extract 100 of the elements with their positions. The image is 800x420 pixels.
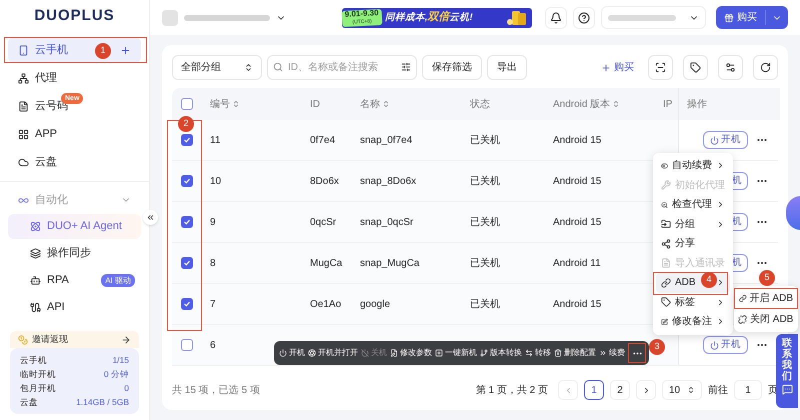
buy-link[interactable]: 购买 <box>597 60 638 75</box>
link-icon <box>661 278 671 288</box>
double-chevron-icon <box>599 349 607 357</box>
menu-label: ADB <box>675 276 696 290</box>
toolbar-button[interactable]: 保存筛选 <box>422 55 482 80</box>
power-on-button[interactable]: 开机 <box>703 131 748 149</box>
table-cell: Android 15 <box>553 298 602 310</box>
updown-icon <box>244 63 253 72</box>
collapse-icon[interactable] <box>146 213 155 222</box>
page-size-select[interactable]: 10 <box>662 380 702 400</box>
refresh-icon[interactable] <box>760 62 771 73</box>
tag-icon <box>661 297 671 308</box>
menu-item[interactable]: 关闭 ADB <box>734 309 798 330</box>
menu-item[interactable]: 开启 ADB <box>734 288 798 309</box>
group-select[interactable]: 全部分组 <box>172 55 262 80</box>
power-icon <box>279 349 287 357</box>
folder-icon <box>661 219 671 230</box>
logo: DUOPLUS <box>34 6 115 26</box>
branch-icon <box>480 349 488 357</box>
ai-badge: AI 驱动 <box>101 274 135 287</box>
table-cell: google <box>360 298 390 310</box>
bell-icon[interactable] <box>550 12 562 24</box>
table-cell: 8Do6x <box>310 176 339 186</box>
blurred-account-name <box>608 14 676 20</box>
nav-item[interactable]: 代理 <box>8 65 141 91</box>
document-icon <box>661 258 671 268</box>
menu-label: 修改备注 <box>672 314 712 330</box>
plug-icon <box>30 302 41 313</box>
nav-item[interactable]: 操作同步 <box>8 241 141 266</box>
table-cell: 10 <box>210 176 222 186</box>
usage-label: 云盘 <box>20 396 38 408</box>
column-header: IP <box>663 98 672 112</box>
nav-item[interactable]: 云盘 <box>8 149 141 175</box>
batch-action[interactable]: 开机 <box>279 347 305 359</box>
contact-tab[interactable]: 联系我们 <box>776 334 798 408</box>
checkbox[interactable] <box>181 298 193 310</box>
search-field[interactable]: ID、名称或备注搜索 <box>267 55 417 80</box>
sort-icon <box>382 100 390 108</box>
menu-item[interactable]: 检查代理 <box>656 195 730 214</box>
checkbox[interactable] <box>181 175 193 187</box>
page-button[interactable]: 1 <box>584 380 604 400</box>
menu-item[interactable]: 分享 <box>656 234 730 254</box>
batch-action[interactable]: 开机并打开 <box>308 347 358 359</box>
transfer-icon <box>525 349 533 357</box>
buy-button[interactable]: 购买 <box>716 6 788 29</box>
column-header[interactable]: Android 版本 <box>553 96 620 112</box>
menu-item[interactable]: 自动续费 <box>656 156 730 176</box>
batch-action[interactable]: 转移 <box>525 347 551 359</box>
check-icon <box>183 218 191 226</box>
nav-label: APP <box>35 126 58 142</box>
table-cell: Android 11 <box>553 258 601 268</box>
toolbar-button[interactable]: 导出 <box>487 55 527 80</box>
tag-icon[interactable] <box>690 62 701 73</box>
column-header[interactable]: 名称 <box>360 96 390 112</box>
plus-icon <box>601 62 611 72</box>
batch-action[interactable]: 续费 <box>599 347 625 359</box>
menu-label: 自动续费 <box>672 158 712 174</box>
batch-action[interactable]: 版本转换 <box>480 347 522 359</box>
checkbox[interactable] <box>181 339 193 351</box>
chevron-right-icon <box>716 161 725 170</box>
usage-value: 0 <box>124 382 129 394</box>
batch-action[interactable]: 删除配置 <box>554 347 596 359</box>
table-cell: snap_0f7e4 <box>360 134 412 146</box>
table-cell: 0qcSr <box>310 216 336 228</box>
checkbox[interactable] <box>181 98 193 110</box>
chat-icon <box>782 384 792 395</box>
nav-item[interactable]: RPA AI 驱动 <box>8 268 141 293</box>
menu-item[interactable]: 标签 <box>656 292 730 312</box>
atom-icon <box>30 221 41 232</box>
page-button[interactable]: 2 <box>610 380 630 400</box>
menu-item[interactable]: 修改备注 <box>656 312 730 332</box>
invite-banner[interactable]: 邀请返现 <box>10 331 139 348</box>
table-cell: Oe1Ao <box>310 298 342 310</box>
batch-action[interactable]: 一键新机 <box>435 347 477 359</box>
goto-page-field[interactable]: 1 <box>734 380 762 400</box>
checkbox[interactable] <box>181 134 193 146</box>
table-cell: snap_8Do6x <box>360 176 416 186</box>
menu-item[interactable]: 分组 <box>656 214 730 234</box>
help-icon[interactable] <box>578 12 590 24</box>
nav-item[interactable]: DUO+ AI Agent <box>8 214 141 239</box>
nav-label: 云盘 <box>35 154 57 170</box>
nav-label: RPA <box>47 273 69 288</box>
add-icon[interactable] <box>120 44 131 56</box>
table-cell: MugCa <box>310 258 342 268</box>
menu-label: 导入通讯录 <box>675 256 725 271</box>
settings-icon[interactable] <box>725 62 736 73</box>
plus-square-icon <box>435 349 443 357</box>
batch-action[interactable]: 修改参数 <box>390 347 432 359</box>
scan-icon[interactable] <box>655 62 666 73</box>
nav-item[interactable]: API <box>8 295 141 320</box>
checkbox[interactable] <box>181 257 193 269</box>
contact-label: 联系我们 <box>782 338 792 382</box>
table-cell: Android 15 <box>553 176 602 186</box>
nav-item[interactable]: APP <box>8 121 141 147</box>
column-header[interactable]: 编号 <box>210 96 240 112</box>
filter-icon[interactable] <box>401 62 411 72</box>
chevron-right-icon <box>716 298 725 307</box>
power-on-button[interactable]: 开机 <box>703 336 748 354</box>
table-cell: Android 15 <box>553 216 602 228</box>
checkbox[interactable] <box>181 216 193 228</box>
